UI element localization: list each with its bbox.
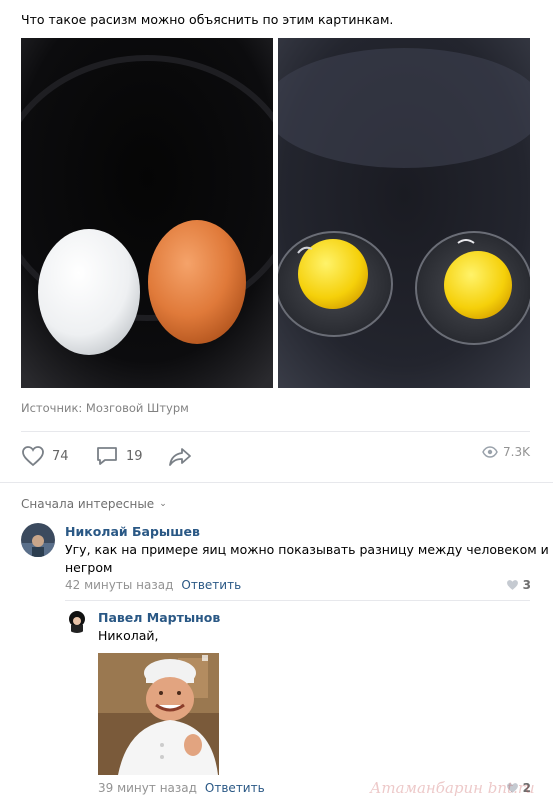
- avatar-image: [21, 523, 55, 557]
- post-source[interactable]: Источник: Мозговой Штурм: [21, 401, 189, 415]
- avatar-image: [65, 609, 89, 633]
- fried-eggs-image: [278, 38, 530, 388]
- avatar[interactable]: [65, 609, 89, 633]
- share-icon: [169, 448, 191, 466]
- comment-author[interactable]: Павел Мартынов: [98, 610, 220, 625]
- comment-button[interactable]: 19: [95, 445, 143, 467]
- comment-text-line: Угу, как на примере яиц можно показывать…: [65, 542, 549, 557]
- divider: [0, 482, 553, 483]
- comment-time[interactable]: 42 минуты назад: [65, 578, 173, 592]
- watermark: Атаманбарин bnt.ru: [370, 779, 535, 797]
- whole-eggs-image: [21, 38, 273, 388]
- reply-button[interactable]: Ответить: [205, 781, 265, 795]
- comment-icon: [97, 447, 117, 465]
- comment-text-line: негром: [65, 560, 113, 575]
- views-count: 7.3K: [503, 445, 530, 459]
- comment-like-count: 3: [522, 578, 531, 592]
- like-count: 74: [52, 448, 69, 464]
- comment-text: Николай,: [98, 628, 159, 643]
- chef-photo: [98, 653, 219, 775]
- chevron-down-icon: ⌄: [159, 499, 167, 509]
- comment-meta: 42 минуты назад Ответить: [65, 578, 241, 592]
- post-photos: [21, 38, 530, 388]
- comment-author[interactable]: Николай Барышев: [65, 524, 200, 539]
- heart-icon: [506, 580, 518, 590]
- share-button[interactable]: [168, 445, 192, 467]
- photo-fried-eggs[interactable]: [278, 38, 530, 388]
- comment-attachment-image[interactable]: [98, 653, 219, 775]
- eye-icon: [482, 446, 498, 458]
- photo-whole-eggs[interactable]: [21, 38, 273, 388]
- comment-count: 19: [126, 448, 143, 464]
- heart-icon: [22, 446, 44, 467]
- like-button[interactable]: 74: [21, 445, 69, 467]
- divider: [21, 431, 530, 432]
- reply-button[interactable]: Ответить: [181, 578, 241, 592]
- comments-sort-dropdown[interactable]: Сначала интересные ⌄: [21, 497, 167, 511]
- comment-meta: 39 минут назад Ответить: [98, 781, 265, 795]
- comments-sort-label: Сначала интересные: [21, 497, 155, 511]
- views-counter: 7.3K: [482, 445, 530, 459]
- post-actions: 74 19 7.3K: [21, 445, 530, 469]
- comment-like-button[interactable]: 3: [506, 578, 531, 592]
- divider: [65, 600, 530, 601]
- comment-text: Угу, как на примере яиц можно показывать…: [65, 541, 549, 577]
- avatar[interactable]: [21, 523, 55, 557]
- comment-time[interactable]: 39 минут назад: [98, 781, 197, 795]
- post-text: Что такое расизм можно объяснить по этим…: [21, 12, 394, 27]
